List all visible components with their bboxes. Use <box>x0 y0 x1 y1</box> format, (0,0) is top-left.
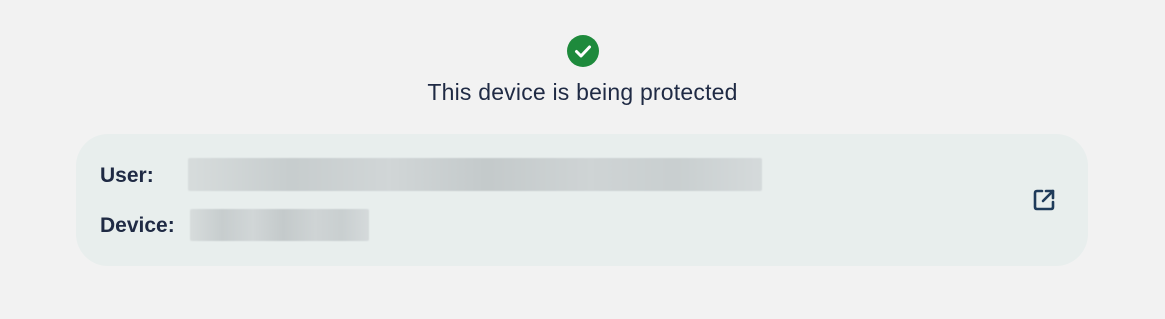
status-text: This device is being protected <box>427 79 738 105</box>
external-link-icon[interactable] <box>1030 186 1058 214</box>
user-label: User: <box>100 164 154 187</box>
user-value-redacted <box>188 158 762 191</box>
device-value-redacted <box>190 209 369 241</box>
device-info-card: User: Device: <box>76 134 1088 266</box>
protection-status: This device is being protected <box>0 34 1165 106</box>
device-label: Device: <box>100 214 175 237</box>
check-circle-icon <box>566 35 599 67</box>
